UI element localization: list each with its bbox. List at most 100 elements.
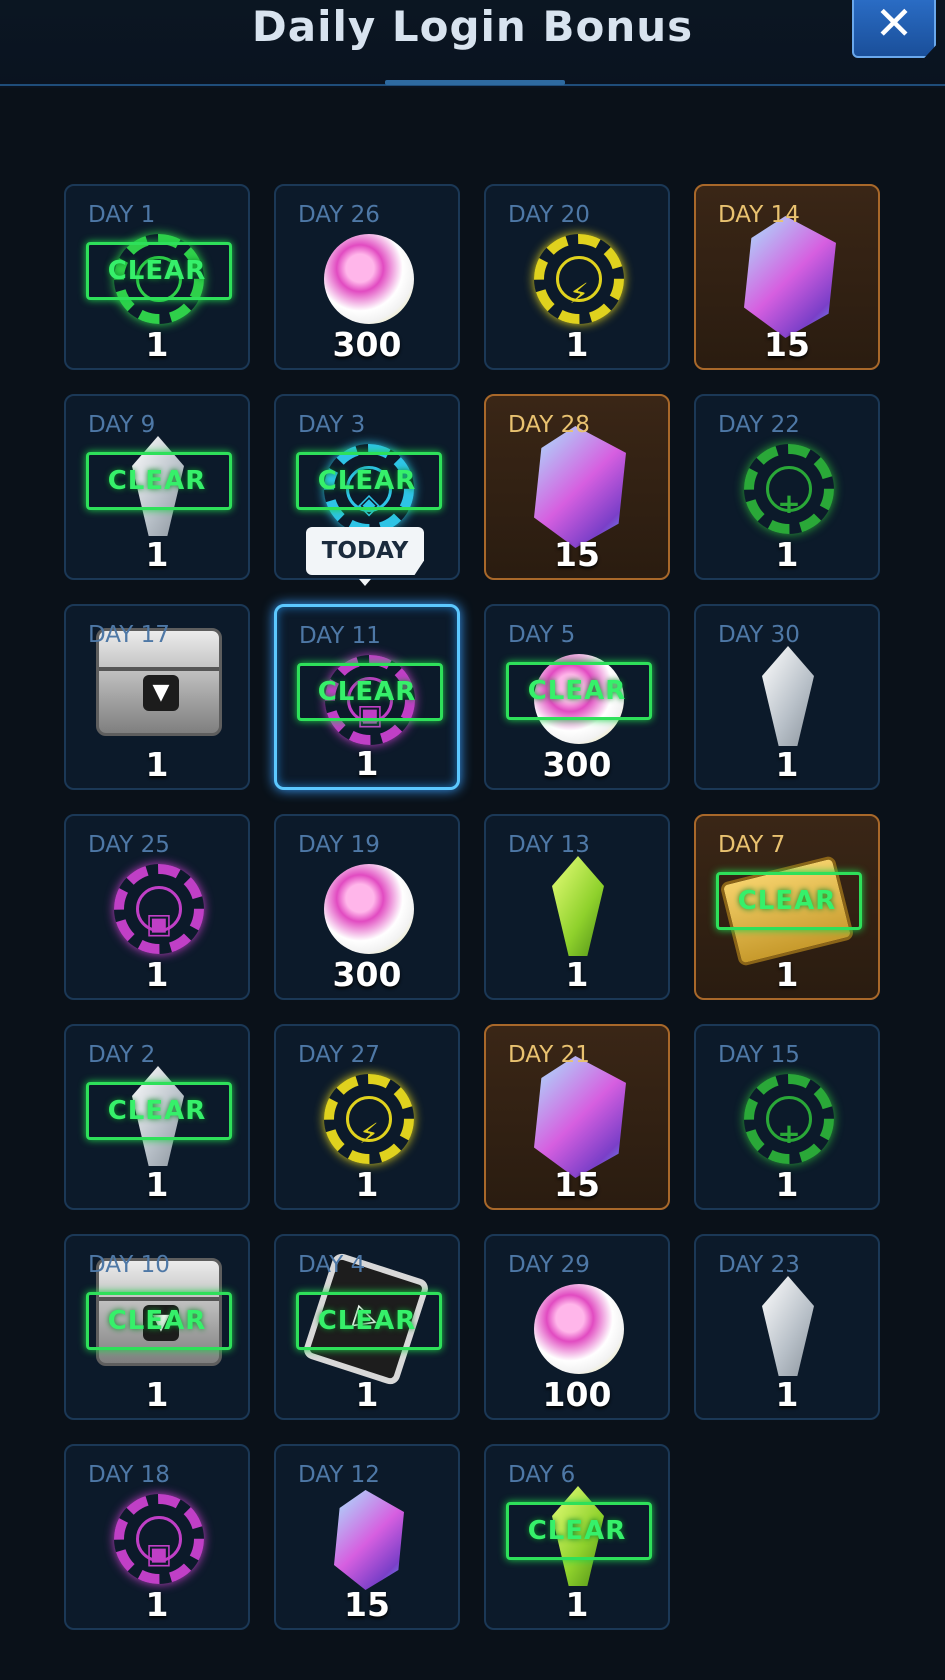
reward-cell[interactable]: DAY 2 CLEAR 1 (64, 1024, 250, 1210)
reward-quantity: 1 (775, 1165, 799, 1204)
reward-cell[interactable]: DAY 30 1 (694, 604, 880, 790)
prism-gem-icon (534, 426, 626, 548)
reward-cell[interactable]: DAY 19 300 (274, 814, 460, 1000)
reward-quantity: 1 (775, 535, 799, 574)
day-label: DAY 2 (88, 1042, 156, 1068)
day-label: DAY 12 (298, 1462, 380, 1488)
day-label: DAY 29 (508, 1252, 590, 1278)
reward-quantity: 1 (565, 325, 589, 364)
reward-quantity: 1 (145, 745, 169, 784)
day-label: DAY 13 (508, 832, 590, 858)
close-button[interactable]: ✕ (852, 0, 936, 58)
purple-chip-icon: ▣ (114, 864, 204, 954)
prism-gem-icon (534, 1056, 626, 1178)
day-label: DAY 26 (298, 202, 380, 228)
reward-cell[interactable]: ▣ DAY 18 1 (64, 1444, 250, 1630)
reward-quantity: 300 (542, 745, 612, 784)
reward-cell[interactable]: DAY 28 15 (484, 394, 670, 580)
day-label: DAY 17 (88, 622, 170, 648)
reward-quantity: 1 (145, 325, 169, 364)
day-label: DAY 28 (508, 412, 590, 438)
reward-quantity: 1 (775, 955, 799, 994)
reward-quantity: 1 (355, 1165, 379, 1204)
reward-cell[interactable]: ⚡ DAY 27 1 (274, 1024, 460, 1210)
day-label: DAY 27 (298, 1042, 380, 1068)
reward-cell[interactable]: + DAY 15 1 (694, 1024, 880, 1210)
reward-quantity: 1 (145, 1585, 169, 1624)
clear-stamp: CLEAR (107, 1096, 207, 1126)
day-label: DAY 20 (508, 202, 590, 228)
reward-quantity: 1 (145, 1375, 169, 1414)
close-icon: ✕ (874, 0, 914, 50)
reward-cell[interactable]: ▣ DAY 25 1 (64, 814, 250, 1000)
day-label: DAY 4 (298, 1252, 366, 1278)
reward-quantity: 15 (554, 1165, 600, 1204)
reward-cell[interactable]: ▣ DAY 11 CLEAR 1 (274, 604, 460, 790)
purple-chip-icon: ▣ (114, 1494, 204, 1584)
reward-cell[interactable]: DAY 1 CLEAR 1 (64, 184, 250, 370)
day-label: DAY 21 (508, 1042, 590, 1068)
reward-cell[interactable]: DAY 26 300 (274, 184, 460, 370)
reward-quantity: 15 (344, 1585, 390, 1624)
clear-stamp: CLEAR (317, 466, 417, 496)
reward-quantity: 1 (565, 955, 589, 994)
green-plus-chip-icon: + (744, 444, 834, 534)
reward-cell[interactable]: ⚡ DAY 20 1 (484, 184, 670, 370)
reward-cell[interactable]: + DAY 22 1 (694, 394, 880, 580)
clear-stamp: CLEAR (317, 1306, 417, 1336)
reward-quantity: 300 (332, 325, 402, 364)
reward-cell[interactable]: DAY 21 15 (484, 1024, 670, 1210)
reward-quantity: 1 (775, 1375, 799, 1414)
reward-cell[interactable]: DAY 7 CLEAR 1 (694, 814, 880, 1000)
reward-quantity: 300 (332, 955, 402, 994)
reward-cell[interactable]: DAY 6 CLEAR 1 (484, 1444, 670, 1630)
white-crystal-icon (762, 646, 814, 746)
day-label: DAY 30 (718, 622, 800, 648)
day-label: DAY 11 (299, 623, 381, 649)
reward-quantity: 1 (145, 1165, 169, 1204)
day-label: DAY 14 (718, 202, 800, 228)
prism-gem-icon (334, 1490, 404, 1590)
clear-stamp: CLEAR (107, 1306, 207, 1336)
clear-stamp: CLEAR (107, 466, 207, 496)
day-label: DAY 18 (88, 1462, 170, 1488)
reward-cell[interactable]: DAY 14 15 (694, 184, 880, 370)
day-label: DAY 3 (298, 412, 366, 438)
clear-stamp: CLEAR (527, 1516, 627, 1546)
day-label: DAY 22 (718, 412, 800, 438)
clear-stamp: CLEAR (527, 676, 627, 706)
today-pointer-icon (359, 579, 371, 586)
green-crystal-icon (552, 856, 604, 956)
reward-cell[interactable]: DAY 12 15 (274, 1444, 460, 1630)
day-label: DAY 9 (88, 412, 156, 438)
reward-quantity: 1 (355, 1375, 379, 1414)
reward-cell[interactable]: DAY 29 100 (484, 1234, 670, 1420)
white-crystal-icon (762, 1276, 814, 1376)
reward-quantity: 15 (554, 535, 600, 574)
reward-cell[interactable]: ▼ DAY 17 1 (64, 604, 250, 790)
reward-quantity: 1 (145, 955, 169, 994)
pink-orb-icon (324, 234, 414, 324)
page-title: Daily Login Bonus (251, 2, 694, 51)
header-bar: Daily Login Bonus ✕ (0, 0, 945, 88)
reward-cell[interactable]: ▷ DAY 4 CLEAR 1 (274, 1234, 460, 1420)
day-label: DAY 23 (718, 1252, 800, 1278)
day-label: DAY 6 (508, 1462, 576, 1488)
yellow-energy-chip-icon: ⚡ (324, 1074, 414, 1164)
reward-cell[interactable]: DAY 23 1 (694, 1234, 880, 1420)
reward-quantity: 1 (355, 744, 379, 783)
reward-quantity: 15 (764, 325, 810, 364)
day-label: DAY 5 (508, 622, 576, 648)
today-badge: TODAY (306, 527, 424, 575)
day-label: DAY 19 (298, 832, 380, 858)
reward-cell[interactable]: DAY 13 1 (484, 814, 670, 1000)
clear-stamp: CLEAR (107, 256, 207, 286)
reward-cell[interactable]: DAY 5 CLEAR 300 (484, 604, 670, 790)
yellow-energy-chip-icon: ⚡ (534, 234, 624, 324)
pink-orb-icon (324, 864, 414, 954)
pink-orb-icon (534, 1284, 624, 1374)
reward-cell[interactable]: DAY 9 CLEAR 1 (64, 394, 250, 580)
reward-cell[interactable]: ▼ DAY 10 CLEAR 1 (64, 1234, 250, 1420)
clear-stamp: CLEAR (737, 886, 837, 916)
day-label: DAY 1 (88, 202, 156, 228)
